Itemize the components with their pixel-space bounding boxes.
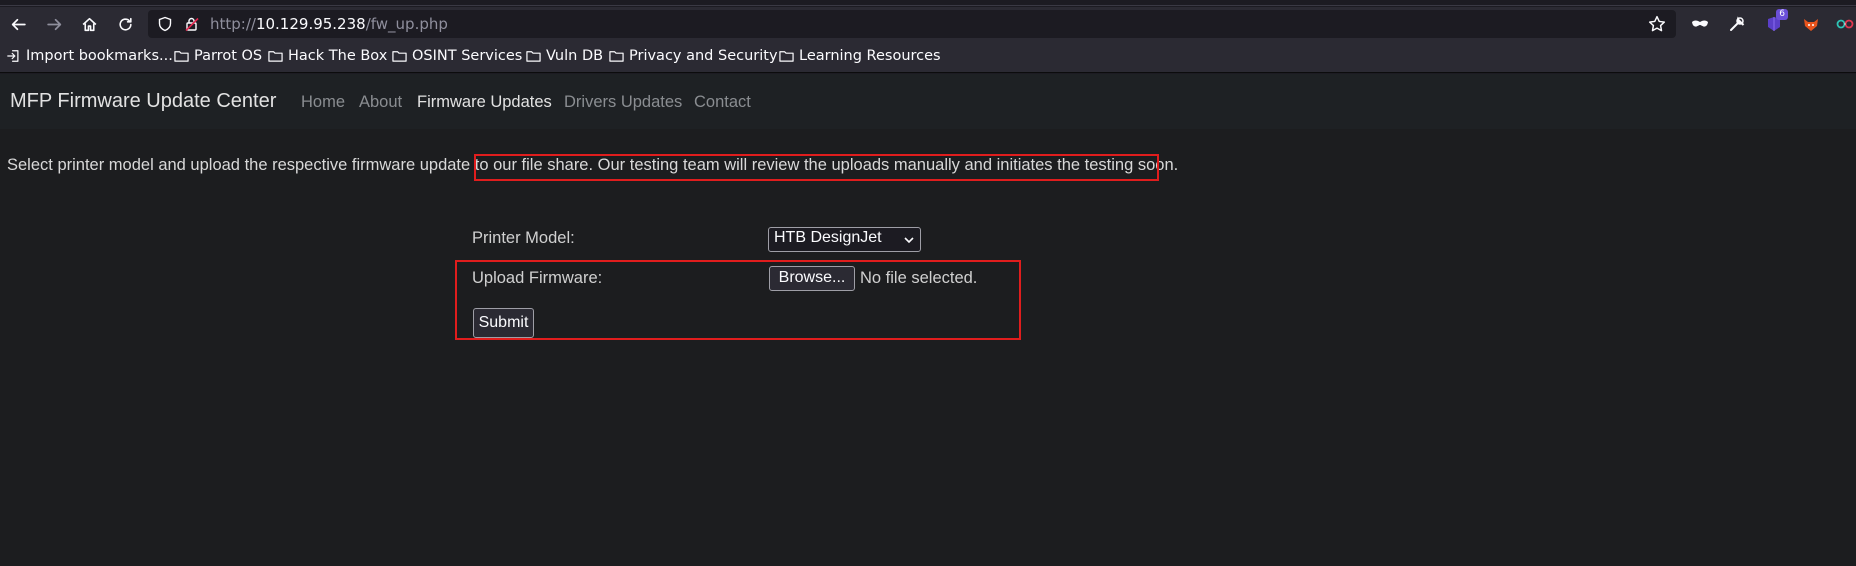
import-icon (7, 50, 19, 62)
extension-purple-icon[interactable]: 6 (1762, 9, 1788, 36)
shield-icon[interactable] (157, 16, 173, 32)
site-navbar: MFP Firmware Update Center Home About Fi… (0, 74, 1856, 129)
folder-icon (779, 51, 794, 62)
private-browsing-mask-icon[interactable] (1688, 12, 1712, 36)
browser-toolbar: http://10.129.95.238/fw_up.php 6 (0, 7, 1856, 40)
bookmark-label: Learning Resources (799, 48, 941, 64)
bookmark-label: Parrot OS (194, 48, 263, 64)
bookmark-label: Hack The Box (288, 48, 388, 64)
bookmark-item-import[interactable]: Import bookmarks... (6, 48, 173, 64)
chevron-down-icon (904, 237, 914, 244)
home-icon[interactable] (76, 11, 102, 37)
bookmark-star-icon[interactable] (1648, 15, 1666, 33)
file-status-text: No file selected. (860, 269, 978, 287)
site-brand[interactable]: MFP Firmware Update Center (10, 90, 276, 113)
browse-button[interactable]: Browse... (769, 266, 855, 291)
back-arrow-icon[interactable] (5, 11, 31, 37)
reload-icon[interactable] (112, 11, 138, 37)
foxyproxy-icon[interactable] (1799, 12, 1823, 36)
folder-icon (526, 51, 541, 62)
bookmark-item-osint-services[interactable]: OSINT Services (392, 48, 522, 64)
folder-icon (392, 51, 407, 62)
bookmark-item-parrot-os[interactable]: Parrot OS (174, 48, 262, 64)
url-path: /fw_up.php (365, 15, 448, 33)
bookmark-label: Privacy and Security (629, 48, 778, 64)
bookmark-label: Vuln DB (546, 48, 604, 64)
bookmark-label: Import bookmarks... (26, 48, 173, 64)
nav-link-home[interactable]: Home (301, 93, 345, 112)
forward-arrow-icon[interactable] (41, 11, 67, 37)
url-host: 10.129.95.238 (255, 15, 366, 33)
upload-firmware-label: Upload Firmware: (472, 269, 603, 287)
nav-link-drivers-updates[interactable]: Drivers Updates (564, 93, 682, 112)
extension-badge: 6 (1776, 9, 1788, 20)
url-text[interactable]: http://10.129.95.238/fw_up.php (210, 15, 448, 33)
folder-icon (174, 51, 189, 62)
bookmarks-toolbar: Import bookmarks... Parrot OS Hack The B… (0, 40, 1856, 73)
folder-icon (609, 51, 624, 62)
nav-link-contact[interactable]: Contact (694, 93, 751, 112)
bookmark-label: OSINT Services (412, 48, 523, 64)
bookmark-item-vuln-db[interactable]: Vuln DB (526, 48, 603, 64)
window-top-strip (0, 0, 1856, 7)
printer-model-value: HTB DesignJet (774, 229, 882, 246)
printer-model-label: Printer Model: (472, 229, 575, 247)
address-bar[interactable]: http://10.129.95.238/fw_up.php (148, 10, 1676, 38)
highlight-box-intro (474, 154, 1159, 181)
folder-icon (268, 51, 283, 62)
url-prefix: http:// (210, 15, 256, 33)
page-content: MFP Firmware Update Center Home About Fi… (0, 74, 1856, 566)
wrench-icon[interactable] (1725, 12, 1749, 36)
nav-link-firmware-updates[interactable]: Firmware Updates (417, 93, 552, 112)
bookmark-item-learning-resources[interactable]: Learning Resources (779, 48, 941, 64)
insecure-lock-icon[interactable] (184, 16, 200, 32)
bookmark-item-privacy-and-security[interactable]: Privacy and Security (609, 48, 778, 64)
extension-goggles-icon[interactable] (1833, 12, 1856, 36)
nav-link-about[interactable]: About (359, 93, 402, 112)
printer-model-select[interactable]: HTB DesignJet (768, 227, 921, 252)
bookmark-item-hack-the-box[interactable]: Hack The Box (268, 48, 387, 64)
submit-button[interactable]: Submit (473, 308, 534, 338)
